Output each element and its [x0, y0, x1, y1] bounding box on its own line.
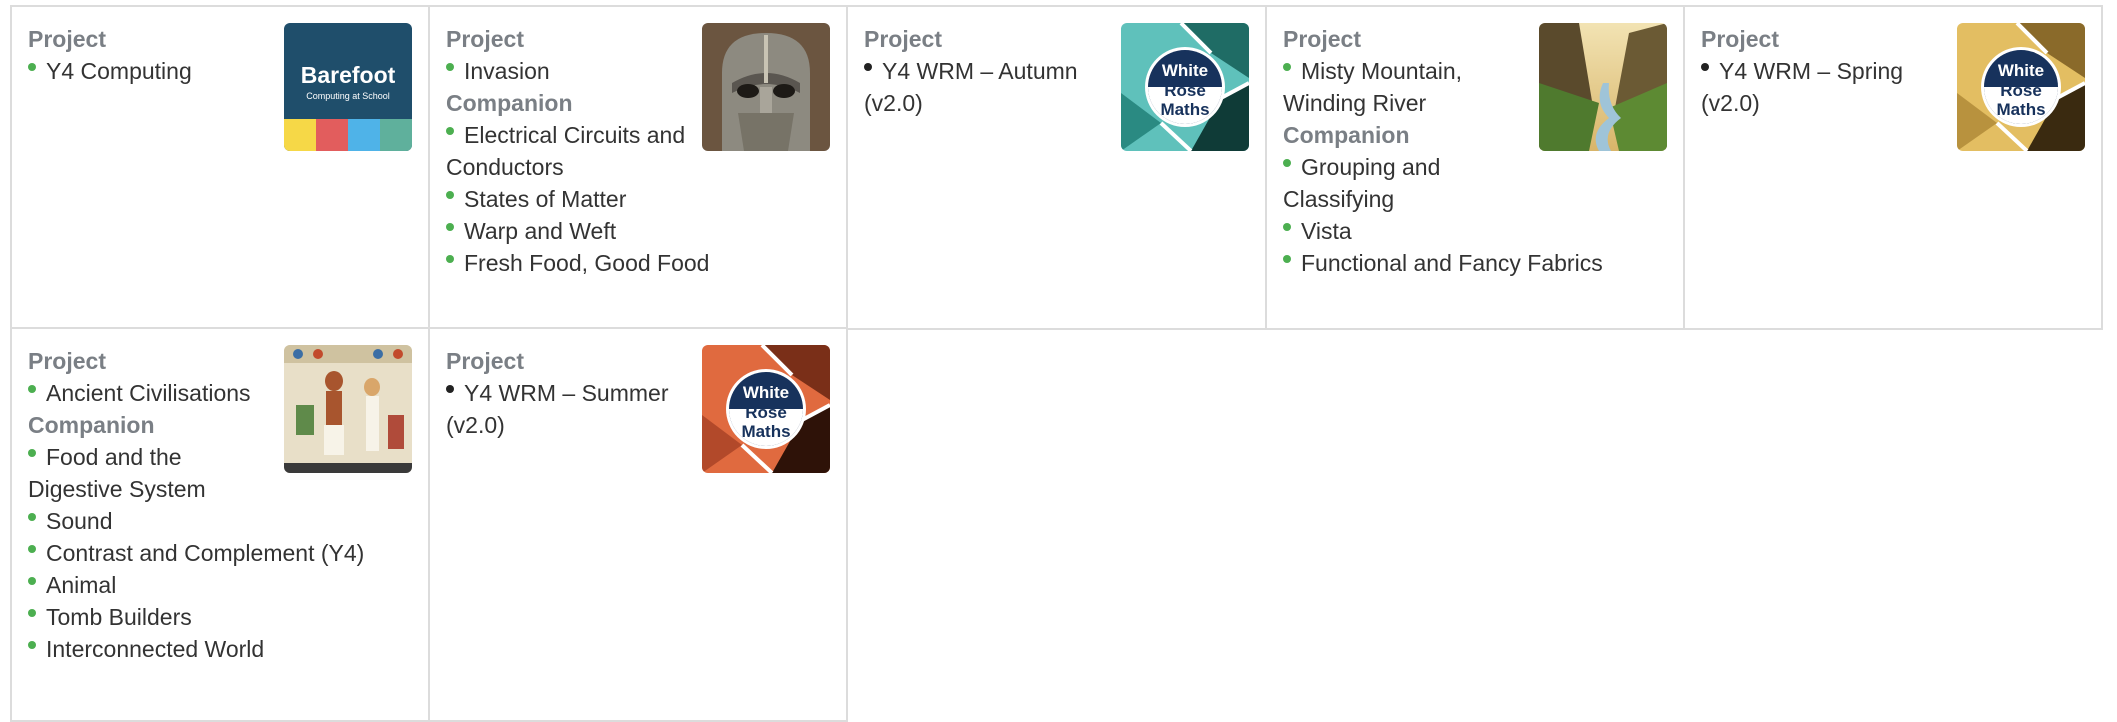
logo-line-1: White [1998, 61, 2044, 80]
bullet-icon [446, 191, 454, 199]
bullet-icon [446, 385, 454, 393]
logo-line-2: Rose [2000, 81, 2042, 100]
logo-line-2: Rose [1164, 81, 1206, 100]
item-label: Misty Mountain, Winding River [1283, 58, 1463, 116]
bullet-icon [28, 63, 36, 71]
project-card[interactable]: White Rose Maths Project Y4 WRM – Autumn… [846, 5, 1267, 330]
white-rose-maths-logo-icon[interactable]: White Rose Maths [702, 345, 830, 473]
item-label: Grouping and Classifying [1283, 154, 1441, 212]
logo-line-2: Rose [745, 403, 787, 422]
list-item[interactable]: Functional and Fancy Fabrics [1283, 247, 1667, 279]
item-label: Functional and Fancy Fabrics [1301, 250, 1603, 276]
barefoot-logo-subtitle: Computing at School [306, 91, 390, 101]
bullet-icon [446, 127, 454, 135]
bullet-icon [28, 545, 36, 553]
project-card[interactable]: Barefoot Computing at School Project Y4 … [10, 5, 430, 330]
list-item[interactable]: Y4 WRM – Spring (v2.0) [1701, 55, 1931, 119]
item-label: Y4 WRM – Autumn (v2.0) [864, 58, 1078, 116]
item-label: Animal [46, 572, 117, 598]
white-rose-maths-logo-icon[interactable]: White Rose Maths [1121, 23, 1249, 151]
barefoot-logo-icon[interactable]: Barefoot Computing at School [284, 23, 412, 151]
list-item[interactable]: Fresh Food, Good Food [446, 247, 830, 279]
list-item[interactable]: States of Matter [446, 183, 830, 215]
list-item[interactable]: Grouping and Classifying [1283, 151, 1513, 215]
barefoot-logo-title: Barefoot [301, 62, 396, 88]
bullet-icon [446, 255, 454, 263]
bullet-icon [1283, 63, 1291, 71]
logo-line-1: White [1162, 61, 1208, 80]
bullet-icon [1701, 63, 1709, 71]
item-label: Vista [1301, 218, 1352, 244]
list-item[interactable]: Interconnected World [28, 633, 412, 665]
list-item[interactable]: Y4 WRM – Summer (v2.0) [446, 377, 676, 441]
item-label: Warp and Weft [464, 218, 617, 244]
item-label: Sound [46, 508, 113, 534]
mountain-river-icon[interactable] [1539, 23, 1667, 151]
list-item[interactable]: Misty Mountain, Winding River [1283, 55, 1513, 119]
bullet-icon [1283, 255, 1291, 263]
project-card[interactable]: White Rose Maths Project Y4 WRM – Summer… [428, 327, 848, 722]
list-item[interactable]: Tomb Builders [28, 601, 412, 633]
list-item[interactable]: Contrast and Complement (Y4) [28, 537, 412, 569]
bullet-icon [28, 449, 36, 457]
logo-line-3: Maths [1160, 100, 1209, 119]
bullet-icon [28, 385, 36, 393]
white-rose-maths-logo-icon[interactable]: White Rose Maths [1957, 23, 2085, 151]
item-label: Fresh Food, Good Food [464, 250, 710, 276]
project-card[interactable]: White Rose Maths Project Y4 WRM – Spring… [1683, 5, 2103, 330]
egyptian-painting-icon[interactable] [284, 345, 412, 473]
bullet-icon [1283, 223, 1291, 231]
list-item[interactable]: Sound [28, 505, 412, 537]
list-item[interactable]: Food and the Digestive System [28, 441, 248, 505]
logo-line-1: White [743, 383, 789, 402]
bullet-icon [864, 63, 872, 71]
bullet-icon [28, 577, 36, 585]
item-label: Ancient Civilisations [46, 380, 251, 406]
item-label: Interconnected World [46, 636, 265, 662]
item-label: Y4 WRM – Spring (v2.0) [1701, 58, 1904, 116]
anglo-saxon-helmet-icon[interactable] [702, 23, 830, 151]
item-label: States of Matter [464, 186, 627, 212]
item-label: Electrical Circuits and Conductors [446, 122, 686, 180]
bullet-icon [28, 609, 36, 617]
bullet-icon [28, 513, 36, 521]
logo-line-3: Maths [1996, 100, 2045, 119]
item-label: Y4 WRM – Summer (v2.0) [446, 380, 669, 438]
bullet-icon [446, 223, 454, 231]
list-item[interactable]: Animal [28, 569, 412, 601]
list-item[interactable]: Y4 WRM – Autumn (v2.0) [864, 55, 1094, 119]
project-card[interactable]: Project Misty Mountain, Winding River Co… [1265, 5, 1685, 330]
item-label: Tomb Builders [46, 604, 192, 630]
list-item[interactable]: Electrical Circuits and Conductors [446, 119, 706, 183]
item-label: Food and the Digestive System [28, 444, 206, 502]
item-label: Invasion [464, 58, 550, 84]
project-card[interactable]: Project Invasion Companion Electrical Ci… [428, 5, 848, 330]
bullet-icon [1283, 159, 1291, 167]
item-label: Contrast and Complement (Y4) [46, 540, 365, 566]
list-item[interactable]: Vista [1283, 215, 1667, 247]
bullet-icon [446, 63, 454, 71]
item-label: Y4 Computing [46, 58, 192, 84]
bullet-icon [28, 641, 36, 649]
project-card[interactable]: Project Ancient Civilisations Companion … [10, 327, 430, 722]
list-item[interactable]: Warp and Weft [446, 215, 830, 247]
logo-line-3: Maths [741, 422, 790, 441]
